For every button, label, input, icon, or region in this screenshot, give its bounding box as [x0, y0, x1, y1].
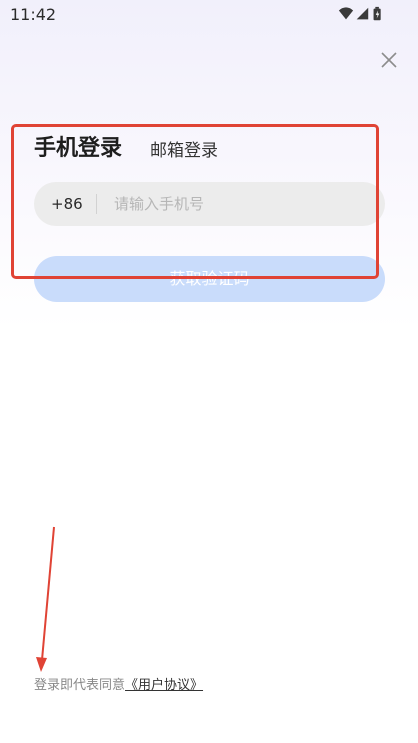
agreement-prefix: 登录即代表同意	[34, 678, 126, 693]
signal-icon	[356, 7, 369, 20]
status-icons	[338, 6, 381, 21]
user-agreement-link[interactable]: 《用户协议》	[125, 678, 203, 693]
phone-input[interactable]	[114, 182, 370, 226]
get-code-button[interactable]: 获取验证码	[34, 256, 385, 302]
wifi-icon	[338, 7, 354, 20]
tab-email-login[interactable]: 邮箱登录	[150, 136, 218, 161]
battery-icon	[373, 6, 381, 21]
phone-field: +86	[34, 182, 385, 226]
status-time: 11:42	[10, 5, 57, 24]
tab-phone-login[interactable]: 手机登录	[34, 130, 122, 162]
agreement-text: 登录即代表同意《用户协议》	[34, 674, 203, 693]
country-code-selector[interactable]: +86	[51, 195, 83, 213]
status-bar: 11:42	[0, 0, 418, 30]
divider	[96, 194, 97, 214]
close-icon[interactable]	[380, 51, 398, 69]
